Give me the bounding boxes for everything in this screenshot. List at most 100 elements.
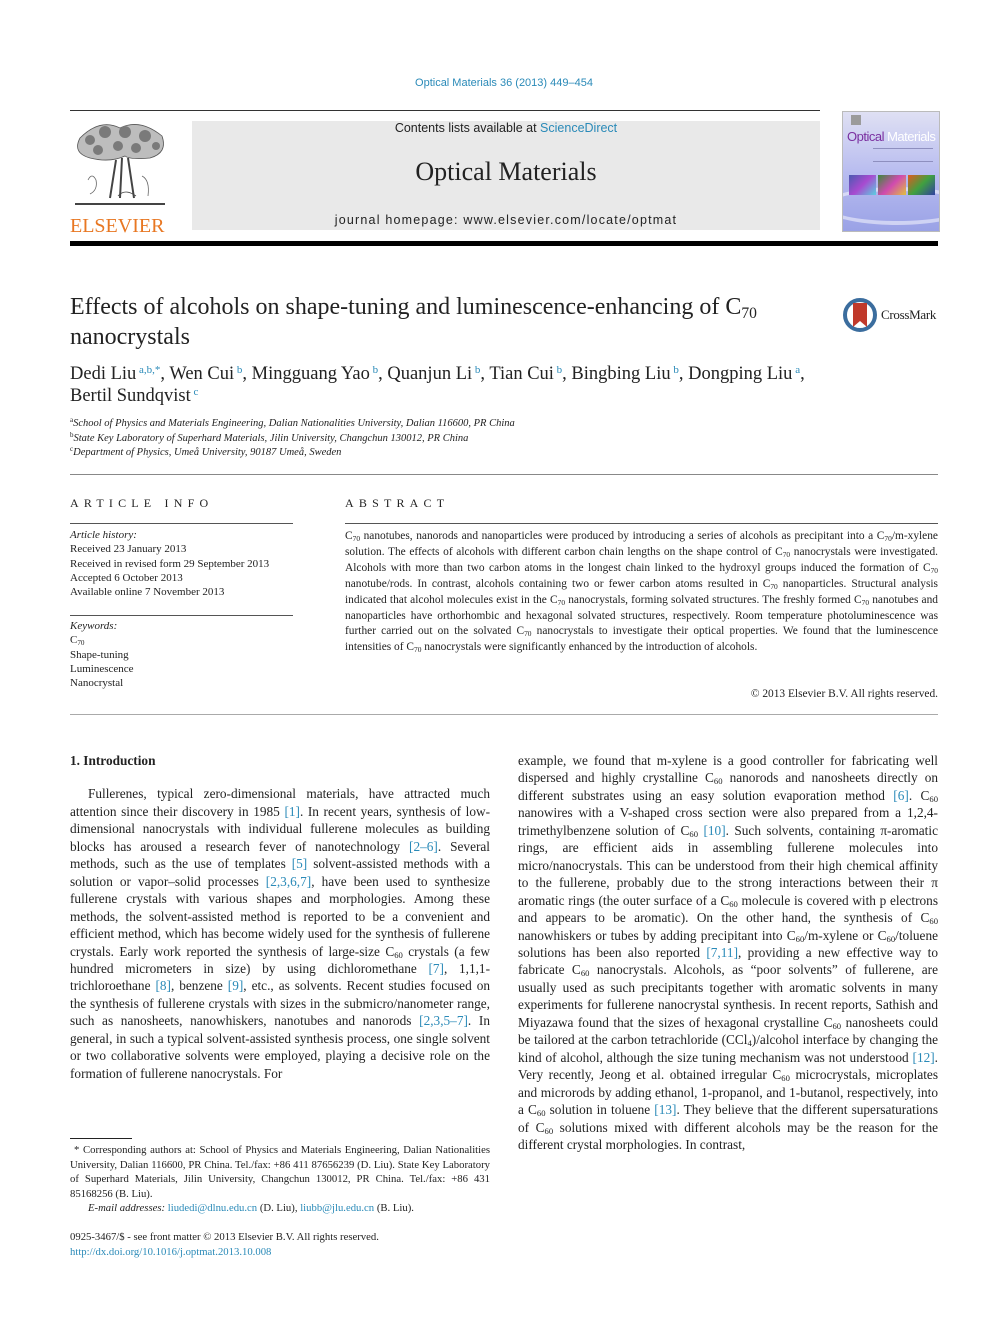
history-accepted: Accepted 6 October 2013 [70,571,183,584]
abstract-text: C70 nanotubes, nanorods and nanoparticle… [345,529,938,656]
citation-link[interactable]: [10] [703,823,725,838]
text-run: nanotube/rods. In contrast, alcohols con… [345,577,771,590]
citation-link[interactable]: [7] [428,961,444,976]
footnote-rule [70,1138,132,1139]
subscript: 60 [394,949,403,960]
body-rule [70,714,938,715]
author-affiliation-marker[interactable]: c [191,386,199,398]
contents-availability: Contents lists available at ScienceDirec… [394,121,618,135]
cover-images [849,175,935,195]
journal-cover-thumbnail[interactable]: Optical Materials [842,111,940,232]
doi-link[interactable]: http://dx.doi.org/10.1016/j.optmat.2013.… [70,1245,379,1260]
keyword-item: C70 [70,634,85,648]
citation-link[interactable]: [9] [228,978,244,993]
citation-link[interactable]: [2–6] [409,839,438,854]
subscript: 70 [782,549,791,559]
history-online: Available online 7 November 2013 [70,586,225,599]
author-name[interactable]: Mingguang Yao [252,364,370,384]
subscript: 70 [770,581,778,591]
author-name[interactable]: Quanjun Li [387,364,472,384]
text-run: nanowhiskers or tubes by adding precipit… [518,927,796,943]
author-name[interactable]: Tian Cui [489,364,554,384]
page-footer: 0925-3467/$ - see front matter © 2013 El… [70,1230,379,1259]
subscript: 60 [713,776,723,787]
text-run: /m-xylene or C [804,927,887,943]
affiliation-a: aSchool of Physics and Materials Enginee… [70,417,515,432]
citation-link[interactable]: [7,11] [706,945,738,960]
author-affiliation-marker[interactable]: a,b,* [136,364,160,376]
subscript: 60 [781,1073,790,1084]
subscript: 70 [352,533,361,543]
author-separator: , [160,364,170,384]
running-head[interactable]: Optical Materials 36 (2013) 449–454 [0,77,992,89]
subscript: 60 [544,1125,554,1136]
email-link-liu-bingbing[interactable]: liubb@jlu.edu.cn [300,1202,374,1214]
citation-link[interactable]: [1] [284,804,300,819]
author-name[interactable]: Wen Cui [169,364,234,384]
text-run: nanocrystals were significantly enhanced… [421,641,758,654]
subscript: 60 [689,828,699,839]
author-list: Dedi Liu a,b,*, Wen Cui b, Mingguang Yao… [70,363,930,407]
text-run: solution in toluene [545,1102,655,1118]
intro-paragraph: Fullerenes, typical zero-dimensional mat… [70,785,490,1082]
author-name[interactable]: Bertil Sundqvist [70,386,191,406]
subscript: 70 [557,597,566,607]
sciencedirect-link[interactable]: ScienceDirect [540,121,617,135]
header-rule [70,110,820,111]
keywords-rule [70,615,293,616]
elsevier-wordmark: ELSEVIER [70,215,165,237]
body-column-right: example, we found that m-xylene is a goo… [518,752,938,1153]
journal-homepage-link[interactable]: journal homepage: www.elsevier.com/locat… [192,213,820,227]
citation-link[interactable]: [2,3,5–7] [419,1013,468,1028]
keyword-item: Shape-tuning [70,648,129,661]
author-affiliation-marker[interactable]: b [554,364,563,376]
subscript: 60 [832,1020,842,1031]
author-name[interactable]: Bingbing Liu [571,364,670,384]
intro-paragraph-continued: example, we found that m-xylene is a goo… [518,752,938,1153]
author-affiliation-marker[interactable]: b [671,364,679,376]
author-separator: , [378,364,388,384]
subscript: 60 [536,1108,546,1119]
history-received: Received 23 January 2013 [70,543,187,556]
text-run: , benzene [170,978,228,994]
article-info-heading: ARTICLE INFO [70,496,214,510]
header-thick-rule [70,241,938,246]
keyword-item: Luminescence [70,662,134,675]
journal-title: Optical Materials [415,157,597,186]
affiliation-text: State Key Laboratory of Superhard Materi… [73,432,469,444]
citation-link[interactable]: [6] [893,788,909,803]
author-separator: , [242,364,252,384]
citation-link[interactable]: [8] [155,978,171,993]
history-revised: Received in revised form 29 September 20… [70,557,270,570]
author-name[interactable]: Dedi Liu [70,364,136,384]
cover-title: Optical Materials [847,129,936,144]
subscript: 60 [729,898,738,909]
section-heading-introduction: 1. Introduction [70,753,156,768]
author-affiliation-marker[interactable]: b [370,364,379,376]
article-title: Effects of alcohols on shape-tuning and … [70,294,757,350]
author-separator: , [480,364,490,384]
corresponding-author-footnote: * Corresponding authors at: School of Ph… [70,1144,490,1214]
crossmark-badge[interactable]: CrossMark [843,297,943,333]
author-affiliation-marker[interactable]: a [792,364,800,376]
article-info-rule [70,523,293,524]
author-separator: , [678,364,689,384]
citation-link[interactable]: [2,3,6,7] [266,874,311,889]
citation-link[interactable]: [5] [292,856,308,871]
article-history: Article history: Received 23 January 201… [70,529,270,599]
keyword-item: Nanocrystal [70,677,124,690]
abstract-rule [345,523,938,524]
elsevier-logo[interactable]: ELSEVIER [70,118,172,237]
journal-citation-link[interactable]: Optical Materials 36 (2013) 449–454 [415,77,593,89]
citation-link[interactable]: [13] [654,1102,676,1117]
journal-banner: Contents lists available at ScienceDirec… [192,121,820,230]
issn-line: 0925-3467/$ - see front matter © 2013 El… [70,1231,379,1243]
elsevier-tree-icon [70,118,170,210]
citation-link[interactable]: [12] [913,1050,935,1065]
text-run: nanocrystals, forming solvated structure… [565,593,862,606]
email-link-liu-dedi[interactable]: liudedi@dlnu.edu.cn [168,1202,257,1214]
crossmark-icon [843,298,877,332]
affiliations: aSchool of Physics and Materials Enginee… [70,417,515,461]
affiliation-c: cDepartment of Physics, Umeå University,… [70,446,515,461]
author-name[interactable]: Dongping Liu [688,364,792,384]
